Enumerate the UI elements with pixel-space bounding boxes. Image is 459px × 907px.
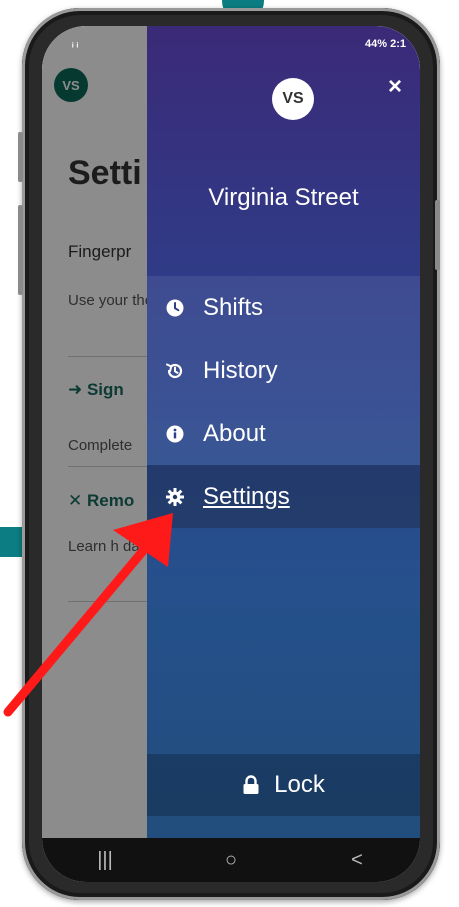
system-navigation-bar: ||| ○ < xyxy=(42,838,420,882)
menu-item-label: About xyxy=(203,419,266,447)
menu-item-about[interactable]: About xyxy=(147,402,420,465)
menu-item-settings[interactable]: Settings xyxy=(147,465,420,528)
menu-item-label: Settings xyxy=(203,482,290,510)
menu-item-shifts[interactable]: Shifts xyxy=(147,276,420,339)
clock-icon xyxy=(165,298,185,318)
menu-item-label: Shifts xyxy=(203,293,264,321)
user-name: Virginia Street xyxy=(208,184,359,211)
status-icons-left: ᵢ ᵢ xyxy=(72,38,79,50)
close-drawer-button[interactable]: × xyxy=(380,72,410,102)
volume-up-button xyxy=(18,132,23,182)
lock-icon xyxy=(242,775,260,795)
power-button xyxy=(435,200,440,270)
lock-button[interactable]: Lock xyxy=(147,754,420,816)
status-bar: ᵢ ᵢ 44% 2:1 xyxy=(42,26,420,60)
back-button[interactable]: < xyxy=(327,849,387,872)
navigation-drawer: VS × Virginia Street Shifts History Abou… xyxy=(147,26,420,882)
phone-screen: VS Setti Fingerpr Use your the app. ➜ Si… xyxy=(42,26,420,882)
menu-item-label: History xyxy=(203,356,278,384)
info-icon xyxy=(165,424,185,444)
volume-down-button xyxy=(18,205,23,295)
drawer-menu: Shifts History About Settings xyxy=(147,276,420,528)
gear-icon xyxy=(165,487,185,507)
menu-item-history[interactable]: History xyxy=(147,339,420,402)
home-button[interactable]: ○ xyxy=(201,849,261,872)
status-battery-time: 44% 2:1 xyxy=(365,38,406,50)
lock-label: Lock xyxy=(274,771,325,798)
drawer-avatar: VS xyxy=(272,78,314,120)
drawer-scrim[interactable] xyxy=(42,26,147,882)
close-icon: × xyxy=(387,73,402,100)
history-icon xyxy=(165,361,185,381)
recent-apps-button[interactable]: ||| xyxy=(75,849,135,872)
